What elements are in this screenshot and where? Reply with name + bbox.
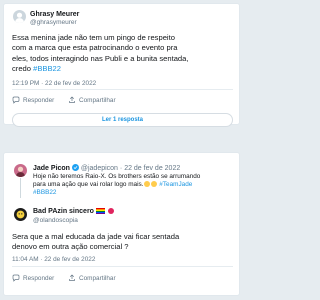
tweet-card[interactable]: Ghrasy Meurer @ghrasymeurer Essa menina …: [3, 3, 240, 127]
share-button[interactable]: Compartilhar: [68, 274, 116, 282]
tweet-card[interactable]: Jade Picon @jadepicon · 22 de fev de 202…: [3, 152, 240, 296]
share-button[interactable]: Compartilhar: [68, 96, 116, 104]
share-label: Compartilhar: [79, 274, 116, 282]
emoji-icon: [151, 181, 158, 187]
avatar[interactable]: [14, 208, 27, 221]
avatar[interactable]: [13, 10, 26, 23]
reply-label: Responder: [23, 274, 55, 282]
timestamp[interactable]: 11:04 AM · 22 de fev de 2022: [12, 256, 95, 263]
author-handle[interactable]: @olandoscopia: [33, 217, 78, 224]
reply-icon: [12, 96, 20, 104]
tweet-text: Hoje não teremos Raio-X. Os brothers est…: [33, 173, 201, 196]
tweet-date[interactable]: 22 de fev de 2022: [124, 165, 180, 172]
author-name[interactable]: Ghrasy Meurer: [30, 11, 79, 18]
reply-icon: [12, 274, 20, 282]
hashtag-link[interactable]: #TeamJade: [159, 181, 192, 188]
tweet-text: Essa menina jade não tem um pingo de res…: [12, 33, 189, 74]
share-icon: [68, 96, 76, 104]
emoji-icon: [107, 208, 114, 214]
reply-button[interactable]: Responder: [12, 96, 54, 104]
reply-label: Responder: [23, 96, 55, 104]
hashtag-link[interactable]: #BBB22: [33, 189, 56, 196]
hashtag-link[interactable]: #BBB22: [33, 64, 61, 73]
rainbow-flag-icon: [95, 208, 105, 214]
verified-badge-icon: [71, 164, 79, 173]
tweet-text: Sera que a mal educada da jade vai ficar…: [12, 232, 180, 252]
author-name[interactable]: Jade Picon @jadepicon · 22 de fev de 202…: [33, 164, 180, 173]
divider: [12, 89, 233, 90]
timestamp[interactable]: 12:19 PM · 22 de fev de 2022: [12, 80, 96, 87]
show-replies-button[interactable]: Ler 1 resposta: [12, 113, 233, 127]
author-handle[interactable]: @ghrasymeurer: [30, 19, 77, 26]
reply-button[interactable]: Responder: [12, 274, 54, 282]
share-label: Compartilhar: [79, 96, 116, 104]
author-handle[interactable]: @jadepicon: [81, 165, 118, 172]
emoji-icon: [144, 181, 151, 187]
divider: [12, 266, 233, 267]
author-name[interactable]: Bad PAzin sincero: [33, 208, 114, 215]
share-icon: [68, 274, 76, 282]
avatar[interactable]: [14, 164, 27, 177]
thread-line: [19, 178, 22, 198]
